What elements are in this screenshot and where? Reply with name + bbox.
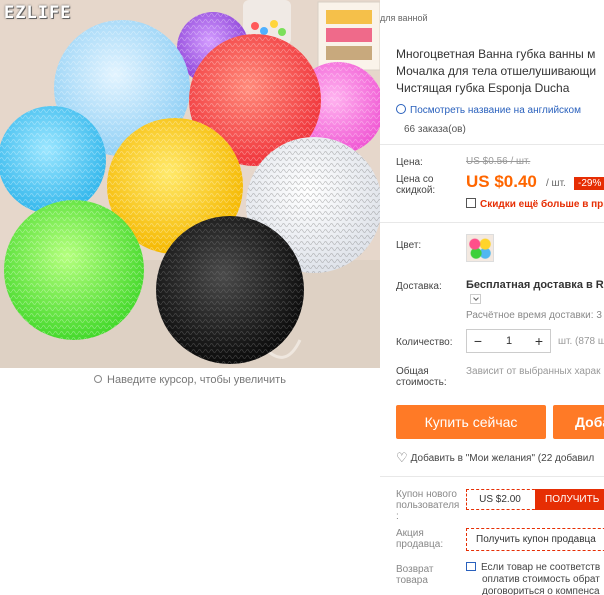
coupon-amount: US $2.00 (479, 494, 521, 505)
translate-link-text: Посмотреть название на английском (410, 105, 581, 116)
product-title-line: Чистящая губка Esponja Ducha (396, 81, 570, 95)
sponge-black (156, 216, 304, 364)
wishlist-text: Добавить в "Мои желания" (22 добавил (410, 453, 595, 464)
brand-watermark: EZLIFE (4, 3, 72, 23)
color-swatch-multicolor[interactable] (466, 234, 494, 262)
translate-link[interactable]: Посмотреть название на английском (396, 104, 581, 116)
get-seller-coupon-button[interactable]: Получить купон продавца (466, 528, 604, 551)
divider (380, 144, 604, 145)
seller-promo-label: Акция продавца: (396, 528, 444, 550)
translate-icon (396, 104, 406, 114)
returns-policy: Если товар не соответств оплатив стоимос… (466, 562, 600, 595)
magnifier-icon (94, 375, 103, 383)
total-note: Зависит от выбранных харак (466, 366, 601, 377)
buy-now-button[interactable]: Купить сейчас (396, 405, 546, 439)
current-price: US $0.40 (466, 172, 537, 191)
price-label: Цена: (396, 157, 423, 168)
color-label: Цвет: (396, 240, 422, 251)
product-info-panel: для ванной Многоцветная Ванна губка ванн… (380, 0, 604, 595)
heart-icon: ♡ (396, 450, 408, 465)
original-price: US $0.56 / шт. (466, 156, 531, 167)
sponge-green (4, 200, 144, 340)
discount-badge: -29% (574, 177, 604, 190)
new-user-coupon-label: Купон нового пользователя : (396, 489, 460, 522)
estimated-delivery: Расчётное время доставки: 3 (466, 310, 602, 321)
qr-code-icon (466, 198, 476, 208)
product-title: Многоцветная Ванна губка ванны м Мочалка… (396, 46, 604, 97)
quantity-decrease-button[interactable]: − (467, 330, 489, 352)
product-title-line: Мочалка для тела отшелушивающи (396, 64, 597, 78)
shipping-label: Доставка: (396, 281, 442, 292)
price-unit: / шт. (546, 178, 566, 189)
returns-line: Если товар не соответств (481, 562, 601, 573)
more-discounts-text: Скидки ещё больше в при (480, 199, 604, 210)
quantity-input[interactable]: 1 (489, 330, 529, 352)
chevron-down-icon[interactable] (470, 294, 481, 304)
zoom-hint-text: Наведите курсор, чтобы увеличить (107, 374, 286, 386)
zoom-hint: Наведите курсор, чтобы увеличить (0, 368, 380, 392)
divider (380, 476, 604, 477)
breadcrumb[interactable]: для ванной (380, 13, 428, 23)
divider (380, 222, 604, 223)
more-discounts-link[interactable]: Скидки ещё больше в при (466, 198, 604, 210)
discount-price-label: Цена со скидкой: (396, 174, 436, 196)
quantity-increase-button[interactable]: + (528, 330, 550, 352)
add-to-wishlist-link[interactable]: ♡ Добавить в "Мои желания" (22 добавил (396, 450, 594, 466)
add-to-cart-button[interactable]: Доба (553, 405, 604, 439)
orders-count: 66 заказа(ов) (404, 124, 466, 135)
returns-label: Возврат товара (396, 564, 434, 586)
new-user-coupon: US $2.00 ПОЛУЧИТЬ (466, 489, 604, 510)
sponge-cyan (0, 106, 106, 214)
return-policy-icon (466, 562, 476, 571)
quantity-stepper[interactable]: − 1 + (466, 329, 551, 353)
quantity-label: Количество: (396, 337, 453, 348)
product-main-image[interactable]: EZLIFE (0, 0, 380, 368)
free-shipping-option[interactable]: Бесплатная доставка в Russ (466, 279, 604, 291)
get-coupon-button[interactable]: ПОЛУЧИТЬ (535, 489, 604, 510)
returns-line: оплатив стоимость обрат (482, 574, 600, 585)
product-title-line: Многоцветная Ванна губка ванны м (396, 47, 596, 61)
quantity-available: шт. (878 ш (558, 336, 604, 347)
product-photo-bath-sponges (0, 0, 380, 368)
returns-line: договориться о компенса (482, 586, 600, 595)
total-label: Общая стоимость: (396, 366, 447, 388)
